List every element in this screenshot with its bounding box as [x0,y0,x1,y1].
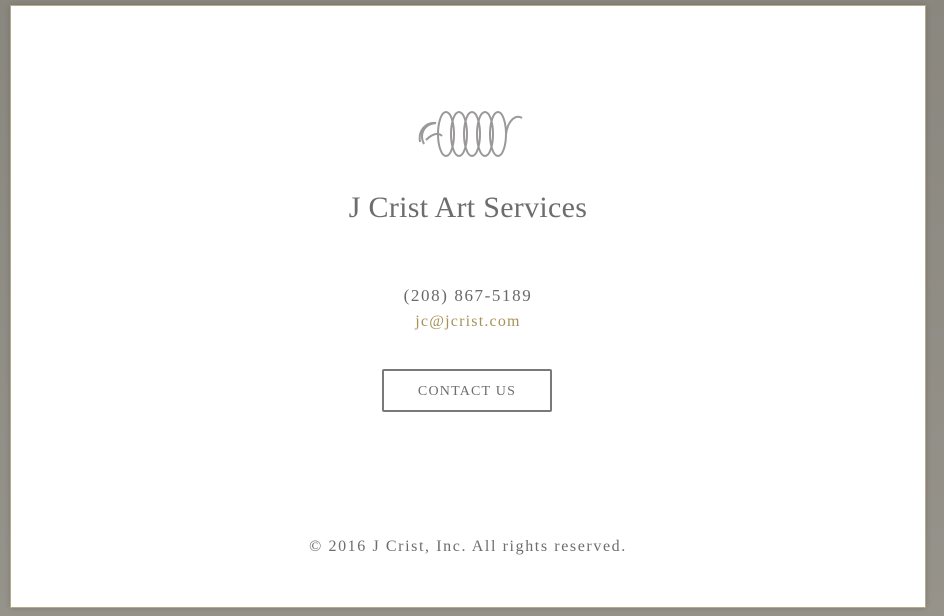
email-link[interactable]: jc@jcrist.com [11,311,925,333]
page-content: J Crist Art Services (208) 867-5189 jc@j… [11,6,925,607]
copyright-footer: © 2016 J Crist, Inc. All rights reserved… [309,538,627,555]
company-name-heading: J Crist Art Services [348,191,588,224]
window-frame: J Crist Art Services (208) 867-5189 jc@j… [0,0,944,616]
spiral-coil-logo-icon [418,111,523,157]
phone-number: (208) 867-5189 [403,286,533,305]
contact-us-button[interactable]: CONTACT US [382,369,552,412]
